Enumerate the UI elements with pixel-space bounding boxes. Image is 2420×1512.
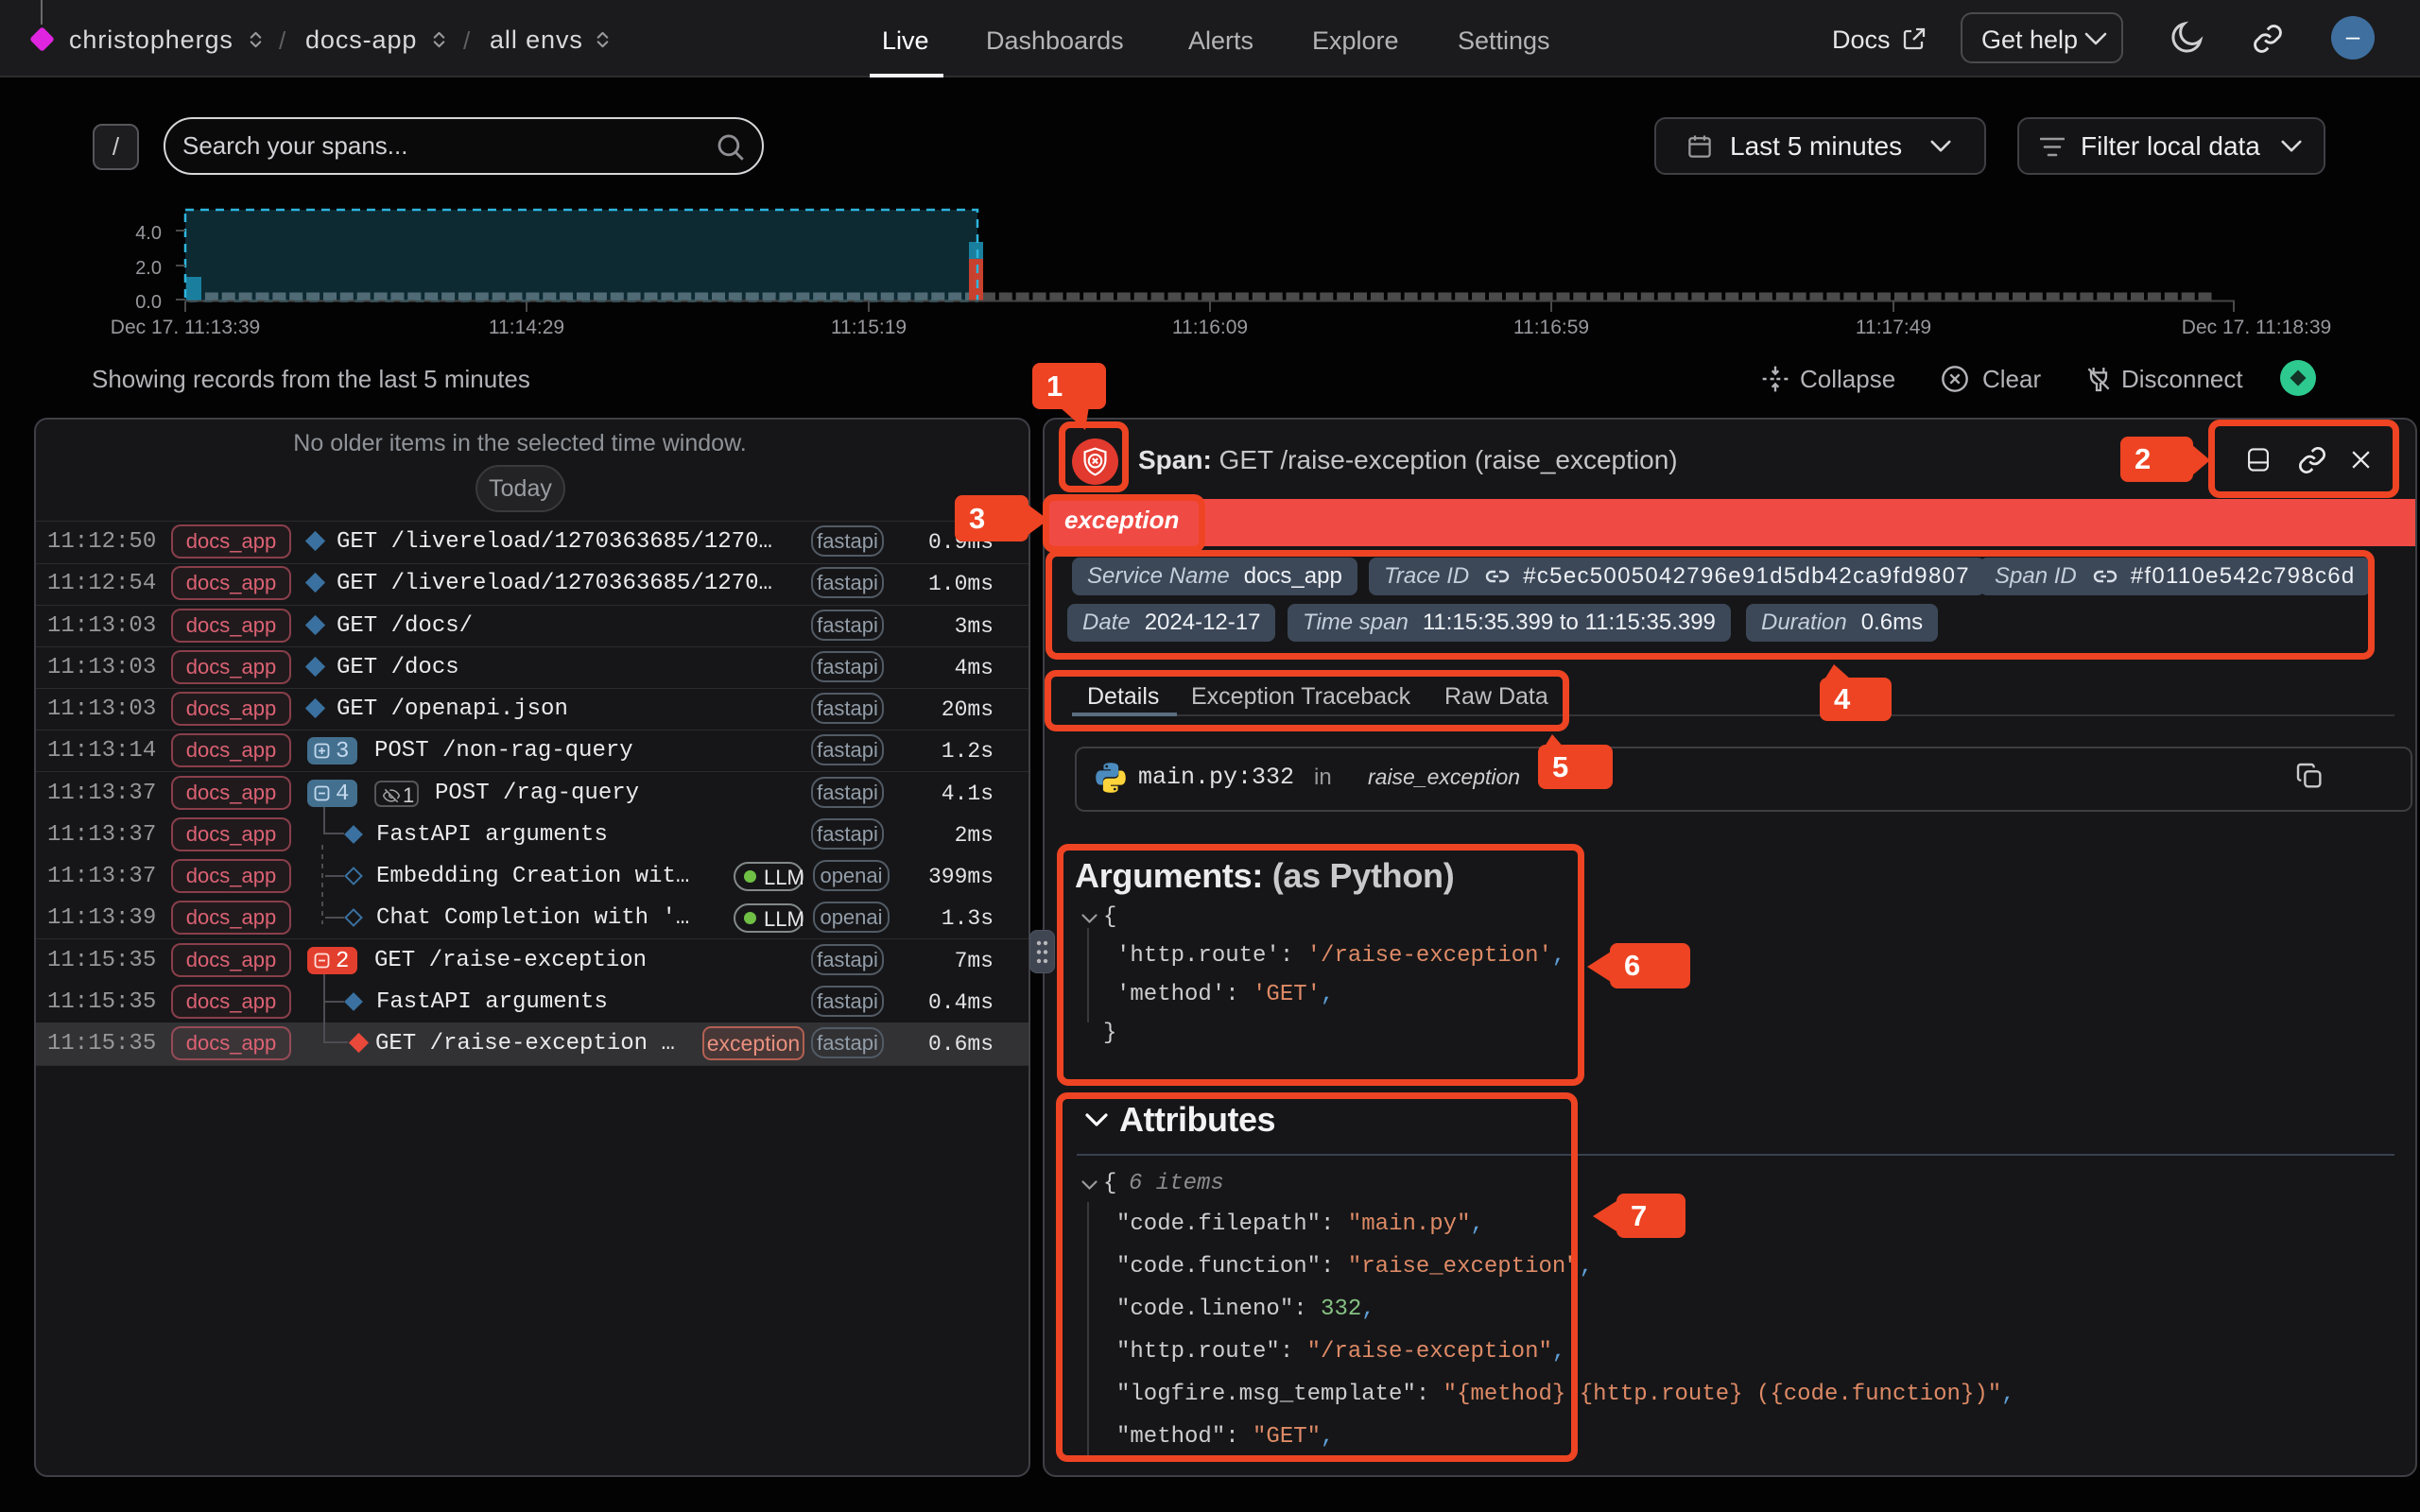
svg-text:11:15:19: 11:15:19 (831, 317, 907, 338)
svg-text:11:16:59: 11:16:59 (1513, 317, 1589, 338)
svg-text:11:17:49: 11:17:49 (1856, 317, 1931, 338)
svg-text:11:16:09: 11:16:09 (1172, 317, 1248, 338)
svg-text:4.0: 4.0 (135, 223, 162, 244)
svg-text:Dec 17. 11:13:39: Dec 17. 11:13:39 (111, 317, 260, 338)
svg-text:Dec 17. 11:18:39: Dec 17. 11:18:39 (2182, 317, 2331, 338)
svg-text:2.0: 2.0 (135, 258, 162, 279)
svg-text:11:14:29: 11:14:29 (489, 317, 564, 338)
svg-text:0.0: 0.0 (135, 292, 162, 313)
